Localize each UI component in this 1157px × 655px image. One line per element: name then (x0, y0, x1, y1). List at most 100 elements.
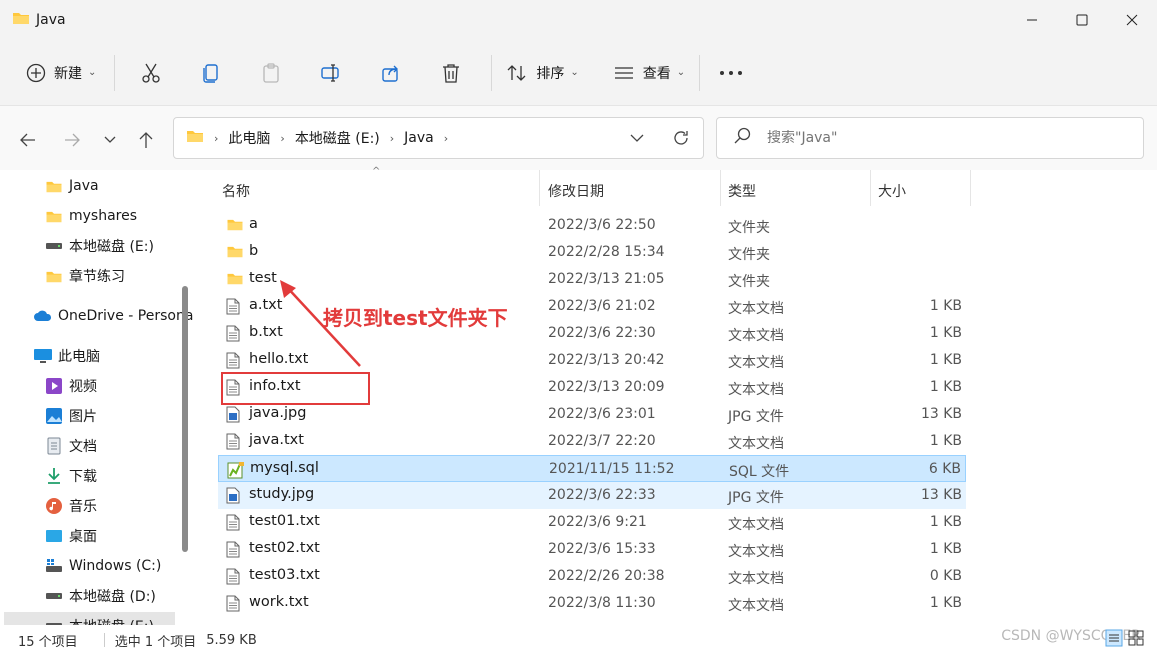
folder-icon (226, 271, 244, 290)
sidebar-item-documents[interactable]: 文档 (44, 432, 194, 460)
view-button[interactable]: 查看 ⌄ (613, 53, 685, 93)
desktop-icon (44, 526, 64, 546)
drive-icon (44, 586, 64, 606)
breadcrumb-chevron-icon[interactable]: › (444, 132, 448, 145)
close-button[interactable] (1107, 0, 1157, 40)
file-date: 2022/3/6 22:50 (548, 217, 656, 233)
column-divider[interactable] (870, 170, 871, 206)
search-input[interactable] (767, 130, 1107, 146)
copy-button[interactable] (181, 53, 241, 93)
sidebar-item-drive-e-quick[interactable]: 本地磁盘 (E:) (44, 232, 194, 260)
refresh-button[interactable] (671, 128, 691, 152)
tiles-view-icon (1128, 630, 1144, 646)
file-type: JPG 文件 (728, 490, 784, 506)
file-row-study-jpg[interactable]: study.jpg 2022/3/6 22:33 JPG 文件 13 KB (218, 482, 966, 509)
file-type: 文件夹 (728, 220, 770, 236)
toolbar-divider (491, 54, 493, 91)
add-circle-icon (26, 63, 46, 82)
sidebar-item-label: Java (69, 178, 99, 194)
folder-icon (226, 217, 244, 236)
recent-locations-button[interactable] (98, 128, 122, 152)
status-bar: 15 个项目 选中 1 个项目 5.59 KB (0, 625, 1157, 655)
navigation-pane: Java myshares 本地磁盘 (E:) 章节练习 OneDrive - … (0, 170, 194, 625)
sidebar-item-pictures[interactable]: 图片 (44, 402, 194, 430)
breadcrumb-java[interactable]: Java (404, 130, 434, 146)
picture-icon (44, 406, 64, 426)
breadcrumb-drive-e[interactable]: 本地磁盘 (E:) (295, 128, 380, 148)
file-row-a[interactable]: a 2022/3/6 22:50 文件夹 (218, 212, 966, 239)
maximize-button[interactable] (1057, 0, 1107, 40)
sidebar-item-chapter-practice[interactable]: 章节练习 (44, 262, 194, 290)
tiles-view-button[interactable] (1127, 629, 1145, 651)
back-button[interactable] (16, 128, 40, 152)
share-button[interactable] (361, 53, 421, 93)
sidebar-item-downloads[interactable]: 下载 (44, 462, 194, 490)
address-history-button[interactable] (630, 131, 644, 147)
details-view-icon (1105, 629, 1123, 647)
sidebar-item-label: 下载 (69, 469, 97, 485)
sidebar-item-windows-c[interactable]: Windows (C:) (44, 552, 194, 580)
file-row-test03-txt[interactable]: test03.txt 2022/2/26 20:38 文本文档 0 KB (218, 563, 966, 590)
rename-button[interactable] (301, 53, 361, 93)
navigation-bar: › 此电脑 › 本地磁盘 (E:) › Java › (0, 106, 1157, 170)
column-header-size[interactable]: 大小 (878, 174, 906, 208)
file-size: 1 KB (929, 325, 962, 341)
cut-button[interactable] (121, 53, 181, 93)
new-button[interactable]: 新建 ⌄ (26, 53, 96, 93)
sidebar-item-desktop[interactable]: 桌面 (44, 522, 194, 550)
sidebar-item-label: myshares (69, 208, 138, 224)
file-row-work-txt[interactable]: work.txt 2022/3/8 11:30 文本文档 1 KB (218, 590, 966, 617)
file-date: 2022/3/6 22:33 (548, 487, 656, 503)
sidebar-item-java[interactable]: Java (44, 172, 194, 200)
arrow-left-icon (20, 133, 35, 147)
breadcrumb-chevron-icon[interactable]: › (280, 132, 284, 145)
file-row-b[interactable]: b 2022/2/28 15:34 文件夹 (218, 239, 966, 266)
sidebar-item-music[interactable]: 音乐 (44, 492, 194, 520)
column-divider[interactable] (539, 170, 540, 206)
toolbar-divider (114, 54, 116, 91)
sidebar-scrollbar[interactable] (182, 286, 188, 552)
column-divider[interactable] (970, 170, 971, 206)
breadcrumb-this-pc[interactable]: 此电脑 (228, 128, 270, 148)
forward-button[interactable] (60, 128, 84, 152)
sidebar-item-label: 文档 (69, 439, 97, 455)
file-row-test02-txt[interactable]: test02.txt 2022/3/6 15:33 文本文档 1 KB (218, 536, 966, 563)
column-header-date[interactable]: 修改日期 (548, 174, 604, 208)
address-bar[interactable]: › 此电脑 › 本地磁盘 (E:) › Java › (173, 117, 704, 159)
file-type: 文本文档 (728, 382, 784, 398)
file-row-mysql-sql[interactable]: mysql.sql 2021/11/15 11:52 SQL 文件 6 KB (218, 455, 966, 482)
scissors-icon (142, 63, 161, 83)
column-header-type[interactable]: 类型 (728, 174, 756, 208)
file-date: 2022/3/6 9:21 (548, 514, 647, 530)
delete-button[interactable] (421, 53, 481, 93)
sidebar-item-onedrive[interactable]: OneDrive - Personal (33, 302, 194, 330)
sidebar-item-myshares[interactable]: myshares (44, 202, 194, 230)
file-row-java-jpg[interactable]: java.jpg 2022/3/6 23:01 JPG 文件 13 KB (218, 401, 966, 428)
sort-button[interactable]: 排序 ⌄ (506, 53, 579, 93)
sidebar-item-this-pc[interactable]: 此电脑 (33, 342, 194, 370)
text-file-icon (226, 514, 240, 535)
file-row-java-txt[interactable]: java.txt 2022/3/7 22:20 文本文档 1 KB (218, 428, 966, 455)
file-size: 1 KB (929, 352, 962, 368)
document-icon (44, 436, 64, 456)
status-size: 5.59 KB (206, 632, 257, 648)
paste-button[interactable] (241, 53, 301, 93)
sidebar-item-videos[interactable]: 视频 (44, 372, 194, 400)
chevron-down-icon (104, 136, 116, 143)
drive-icon (44, 236, 64, 256)
breadcrumb-chevron-icon[interactable]: › (390, 132, 394, 145)
details-view-button[interactable] (1105, 629, 1123, 651)
up-button[interactable] (134, 128, 158, 152)
sidebar-item-drive-e[interactable]: 本地磁盘 (E:) (4, 612, 175, 625)
file-size: 1 KB (929, 379, 962, 395)
file-date: 2021/11/15 11:52 (549, 461, 675, 477)
search-box[interactable] (716, 117, 1144, 159)
file-row-test01-txt[interactable]: test01.txt 2022/3/6 9:21 文本文档 1 KB (218, 509, 966, 536)
column-header-name[interactable]: 名称 (222, 174, 250, 208)
more-button[interactable] (706, 53, 756, 93)
chevron-down-icon: ⌄ (676, 67, 686, 78)
minimize-button[interactable] (1007, 0, 1057, 40)
file-size: 1 KB (929, 541, 962, 557)
sidebar-item-drive-d[interactable]: 本地磁盘 (D:) (44, 582, 194, 610)
column-divider[interactable] (720, 170, 721, 206)
